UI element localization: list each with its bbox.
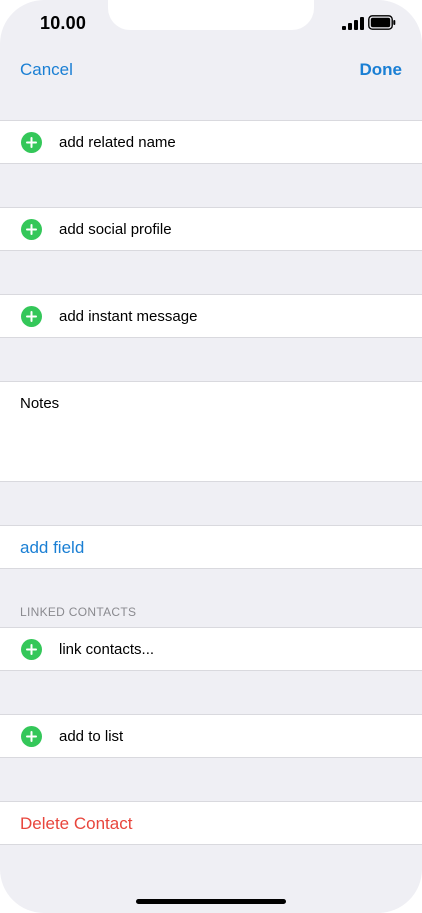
- add-field-button[interactable]: add field: [0, 525, 422, 569]
- add-related-name-row[interactable]: add related name: [0, 120, 422, 164]
- add-field-label: add field: [20, 538, 85, 557]
- add-to-list-row[interactable]: add to list: [0, 714, 422, 758]
- navigation-bar: Cancel Done: [0, 48, 422, 92]
- notch: [108, 0, 314, 30]
- plus-circle-icon: [21, 726, 42, 747]
- add-instant-message-label: add instant message: [59, 308, 198, 325]
- linked-contacts-header: LINKED CONTACTS: [20, 605, 137, 619]
- done-button[interactable]: Done: [360, 60, 403, 80]
- link-contacts-label: link contacts...: [59, 641, 155, 658]
- status-time: 10.00: [40, 13, 87, 33]
- notes-field[interactable]: Notes: [0, 381, 422, 482]
- add-to-list-label: add to list: [59, 728, 124, 745]
- cancel-button[interactable]: Cancel: [20, 60, 73, 80]
- delete-contact-button[interactable]: Delete Contact: [0, 801, 422, 845]
- home-indicator[interactable]: [136, 899, 286, 904]
- plus-circle-icon: [21, 306, 42, 327]
- status-bar: 10.00: [0, 0, 422, 48]
- plus-circle-icon: [21, 219, 42, 240]
- add-social-profile-label: add social profile: [59, 221, 172, 238]
- plus-circle-icon: [21, 132, 42, 153]
- notes-label: Notes: [20, 395, 60, 412]
- plus-circle-icon: [21, 639, 42, 660]
- battery-icon: [368, 15, 396, 30]
- delete-contact-label: Delete Contact: [20, 814, 133, 833]
- add-social-profile-row[interactable]: add social profile: [0, 207, 422, 251]
- cellular-signal-icon: [342, 17, 364, 30]
- link-contacts-row[interactable]: link contacts...: [0, 627, 422, 671]
- phone-screen: 10.00 Cancel Done add related name add s…: [0, 0, 422, 913]
- add-instant-message-row[interactable]: add instant message: [0, 294, 422, 338]
- add-related-name-label: add related name: [59, 134, 176, 151]
